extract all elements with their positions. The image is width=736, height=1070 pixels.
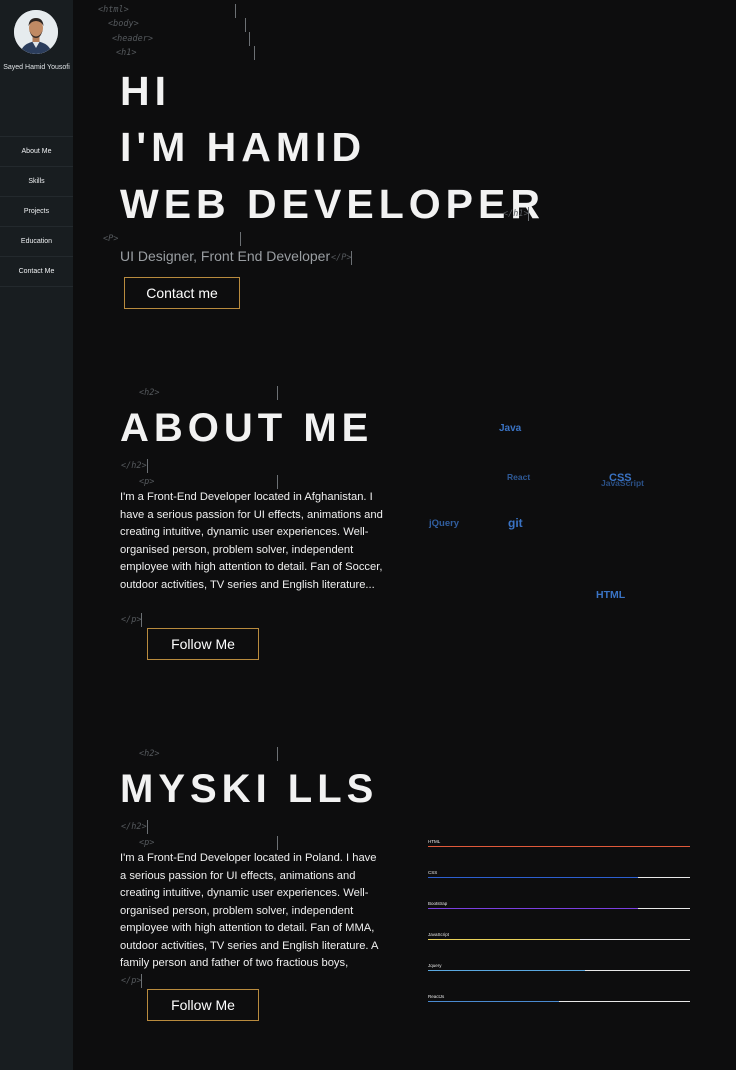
profile-photo	[14, 10, 58, 54]
avatar	[14, 10, 58, 54]
cursor-line	[277, 475, 278, 489]
h2-open-tag: <h2>	[139, 749, 160, 759]
skill-label-jquery: Jquery	[428, 963, 442, 968]
profile-name: Sayed Hamid Yousofi	[3, 64, 70, 71]
sidebar-item-about-me[interactable]: About Me	[0, 136, 73, 167]
tag-cloud-git: git	[508, 516, 523, 530]
skill-label-bootstrap: Bootstrap	[428, 901, 448, 906]
cursor-line	[141, 613, 142, 627]
tag-cloud-jquery: jQuery	[429, 518, 460, 529]
cursor-line	[141, 974, 142, 988]
skill-bar-javascript	[428, 939, 690, 940]
about-follow-me-button[interactable]: Follow Me	[147, 628, 259, 660]
skills-title: MYSKI LLS	[120, 767, 379, 811]
skill-bar-fill	[428, 908, 638, 909]
cursor-line	[254, 46, 255, 60]
skill-bar-reactjs	[428, 1001, 690, 1002]
p-close-tag: </p>	[121, 976, 142, 986]
tag-cloud-java: Java	[499, 423, 522, 434]
skill-bar-fill	[428, 877, 638, 878]
html-tag: <html>	[98, 5, 129, 15]
cursor-line	[528, 207, 529, 221]
cursor-line	[147, 820, 148, 834]
tag-cloud-html: HTML	[596, 589, 626, 601]
cursor-line	[245, 18, 246, 32]
skill-label-html: HTML	[428, 839, 441, 844]
p-close-tag: </p>	[121, 615, 142, 625]
about-title: ABOUT ME	[120, 406, 374, 450]
sidebar-item-projects[interactable]: Projects	[0, 197, 73, 227]
sidebar-nav: About Me Skills Projects Education Conta…	[0, 136, 73, 287]
body-tag: <body>	[108, 19, 139, 29]
p-close-tag: </P>	[331, 253, 352, 263]
skill-bar-css	[428, 877, 690, 878]
cursor-line	[277, 836, 278, 850]
p-open-tag: <p>	[139, 477, 155, 487]
cursor-line	[235, 4, 236, 18]
skill-bar-fill	[428, 846, 690, 847]
cursor-line	[147, 459, 148, 473]
sidebar-item-skills[interactable]: Skills	[0, 167, 73, 197]
skills-follow-me-button[interactable]: Follow Me	[147, 989, 259, 1021]
h2-close-tag: </h2>	[121, 822, 147, 832]
contact-me-button[interactable]: Contact me	[124, 277, 240, 309]
skills-text: I'm a Front-End Developer located in Pol…	[120, 852, 378, 969]
cursor-line	[277, 386, 278, 400]
hero-subtitle: UI Designer, Front End Developer	[120, 248, 331, 264]
skill-bar-fill	[428, 1001, 559, 1002]
p-open-tag: <p>	[139, 838, 155, 848]
header-tag: <header>	[112, 34, 153, 44]
h2-close-tag: </h2>	[121, 461, 147, 471]
about-text: I'm a Front-End Developer located in Afg…	[120, 491, 383, 591]
skill-label-reactjs: ReactJs	[428, 994, 445, 999]
skill-bar-bootstrap	[428, 908, 690, 909]
tag-cloud-react: React	[507, 472, 531, 482]
cursor-line	[351, 251, 352, 265]
cursor-line	[249, 32, 250, 46]
sidebar-item-education[interactable]: Education	[0, 227, 73, 257]
hero-name: I'M HAMID	[120, 124, 367, 170]
skill-bar-fill	[428, 970, 586, 971]
h1-close-tag: </h1>	[503, 209, 529, 219]
skill-bar-html	[428, 846, 690, 847]
skill-bar-fill	[428, 939, 580, 940]
cursor-line	[240, 232, 241, 246]
cursor-line	[277, 747, 278, 761]
hero-greeting: HI	[120, 68, 171, 114]
sidebar: Sayed Hamid Yousofi About Me Skills Proj…	[0, 0, 73, 1070]
skill-label-javascript: JavaScript	[428, 932, 450, 937]
hero-role: WEB DEVELOPER	[120, 181, 545, 227]
skill-bar-jquery	[428, 970, 690, 971]
tag-cloud-javascript: JavaScript	[601, 478, 644, 488]
skill-label-css: CSS	[428, 870, 438, 875]
h2-open-tag: <h2>	[139, 388, 160, 398]
sidebar-item-contact-me[interactable]: Contact Me	[0, 257, 73, 287]
p-open-tag: <P>	[103, 234, 119, 244]
h1-open-tag: <h1>	[116, 48, 137, 58]
